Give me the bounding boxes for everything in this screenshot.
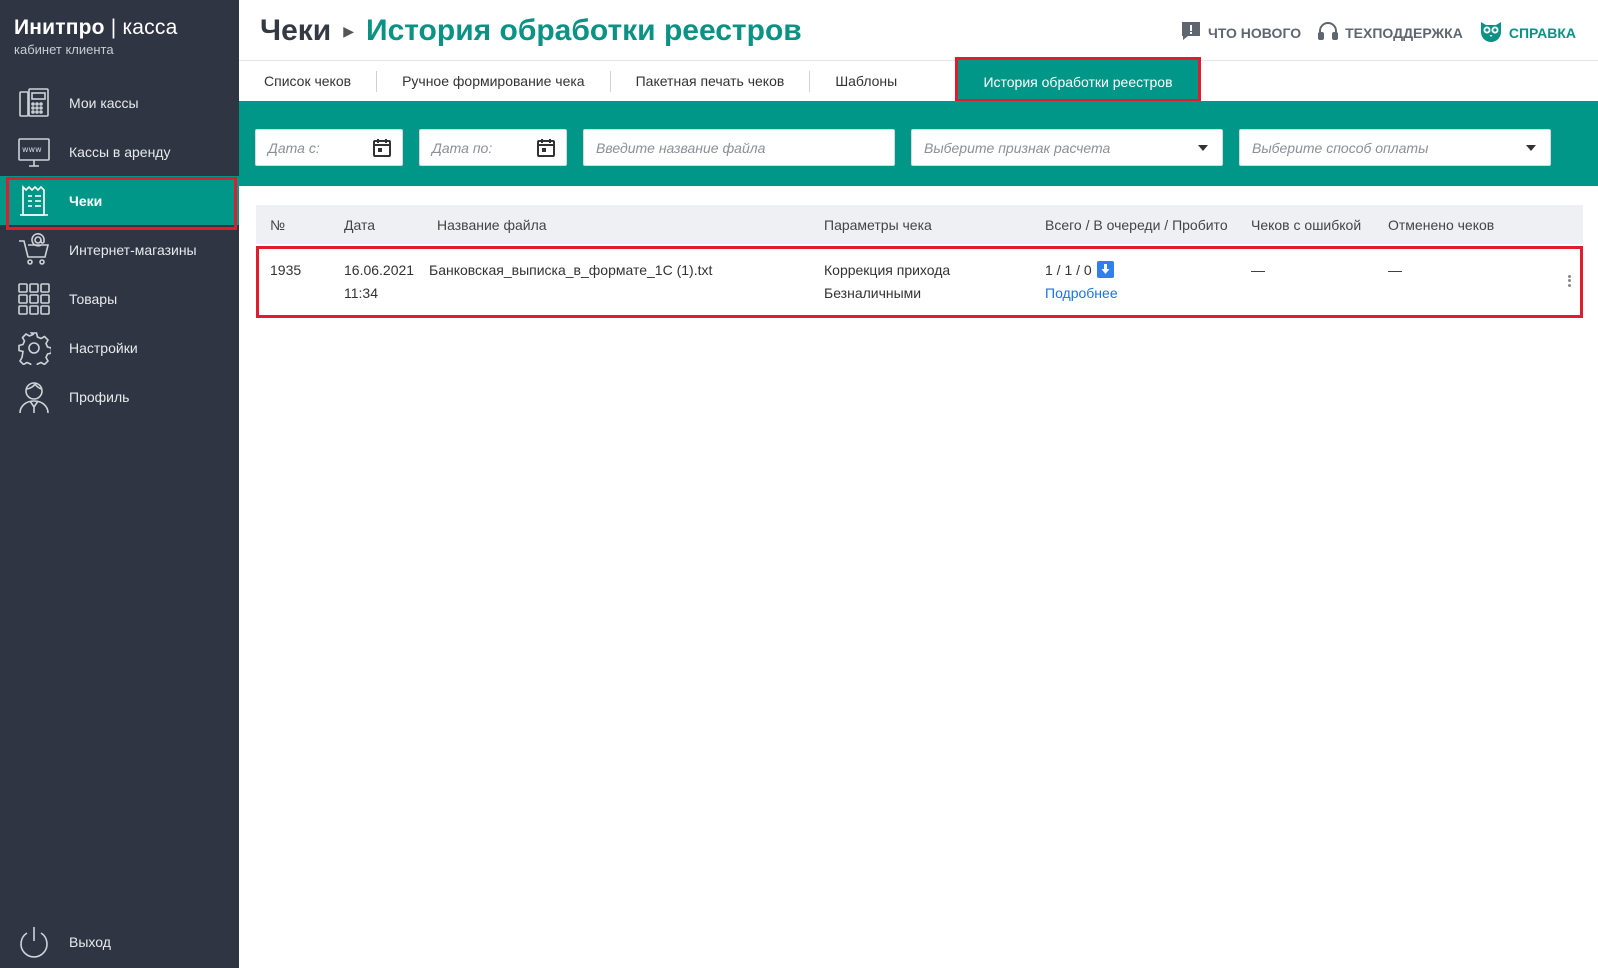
col-params: Параметры чека [824,217,932,233]
payment-method-placeholder: Выберите способ оплаты [1252,139,1429,156]
date-to-field[interactable]: Дата по: [419,129,567,166]
sidebar-item-label: Мои кассы [69,94,139,111]
col-number: № [270,217,286,233]
sidebar-item-label: Кассы в аренду [69,143,171,160]
support-label: ТЕХПОДДЕРЖКА [1345,24,1463,41]
logo[interactable]: Инитпро | касса кабинет клиента [14,16,177,57]
registry-table: № Дата Название файла Параметры чека Все… [256,205,1583,318]
tab-templates[interactable]: Шаблоны [810,71,922,92]
calc-sign-select[interactable]: Выберите признак расчета [911,129,1223,166]
sidebar-item-settings[interactable]: Настройки [0,323,239,372]
logo-divider: | [104,16,123,39]
cell-errors: — [1251,262,1265,278]
sidebar-item-label: Интернет-магазины [69,241,197,258]
table-row[interactable]: 1935 16.06.2021 11:34 Банковская_выписка… [256,246,1583,318]
sidebar-item-rental-registers[interactable]: www Кассы в аренду [0,127,239,176]
page-title: История обработки реестров [366,14,802,47]
sidebar: Инитпро | касса кабинет клиента Мои касс… [0,0,239,968]
cell-params: Коррекция прихода Безналичными [824,259,950,305]
whats-new-label: ЧТО НОВОГО [1207,24,1302,41]
chevron-down-icon [1198,145,1208,151]
tab-batch-print[interactable]: Пакетная печать чеков [611,70,811,92]
sidebar-item-my-registers[interactable]: Мои кассы [0,78,239,127]
date-from-placeholder: Дата с: [268,139,320,156]
cell-param-payment: Безналичными [824,285,922,301]
breadcrumb-separator-icon: ▶ [343,22,355,39]
svg-text:www: www [22,145,42,154]
support-link[interactable]: ТЕХПОДДЕРЖКА [1317,20,1463,45]
cash-register-icon [16,85,52,121]
logo-light: касса [122,16,178,39]
cell-date-time: 11:34 [344,285,378,301]
counts-value: 1 / 1 / 0 [1045,262,1092,278]
page-header: Чеки ▶ История обработки реестров ЧТО НО… [239,0,1598,60]
receipt-icon [16,183,52,219]
cell-param-type: Коррекция прихода [824,262,951,278]
sidebar-item-label: Профиль [69,388,130,405]
power-icon [16,924,52,960]
payment-method-select[interactable]: Выберите способ оплаты [1239,129,1551,166]
cell-date-day: 16.06.2021 [344,262,415,278]
tab-receipt-list[interactable]: Список чеков [239,70,378,92]
gear-icon [16,330,52,366]
col-filename: Название файла [437,217,547,233]
cart-at-icon [16,232,52,268]
tabs: Список чеков Ручное формирование чека Па… [239,57,1598,102]
col-cancelled: Отменено чеков [1388,217,1495,233]
filter-bar: Дата с: Дата по: Введите название файла … [239,101,1598,186]
logout-button[interactable]: Выход [16,924,111,960]
www-monitor-icon: www [16,134,52,170]
calendar-icon[interactable] [536,138,556,161]
cell-filename: Банковская_выписка_в_формате_1С (1).txt [429,262,713,278]
calc-sign-placeholder: Выберите признак расчета [924,139,1111,156]
tab-manual-receipt[interactable]: Ручное формирование чека [377,70,611,92]
sidebar-item-label: Товары [69,290,118,307]
sidebar-nav: Мои кассы www Кассы в аренду Чеки Интерн… [0,78,239,421]
breadcrumb: Чеки ▶ История обработки реестров [260,14,802,48]
top-links: ЧТО НОВОГО ТЕХПОДДЕРЖКА СПРАВКА [1180,20,1576,45]
details-link[interactable]: Подробнее [1045,282,1118,305]
user-icon [16,379,52,415]
cell-date: 16.06.2021 11:34 [344,259,414,305]
tab-registry-history[interactable]: История обработки реестров [955,57,1201,102]
cell-cancelled: — [1388,262,1402,278]
col-date: Дата [344,217,376,233]
owl-icon [1479,20,1503,45]
breadcrumb-parent[interactable]: Чеки [260,14,331,48]
chevron-down-icon [1526,145,1536,151]
sidebar-item-label: Настройки [69,339,138,356]
sidebar-item-profile[interactable]: Профиль [0,372,239,421]
sidebar-item-receipts[interactable]: Чеки [0,176,239,230]
col-errors: Чеков с ошибкой [1251,217,1362,233]
sidebar-item-label: Чеки [69,192,103,209]
headset-icon [1317,20,1339,45]
download-icon[interactable] [1096,261,1114,278]
help-label: СПРАВКА [1508,24,1576,41]
whats-new-link[interactable]: ЧТО НОВОГО [1180,20,1301,45]
col-counts: Всего / В очереди / Пробито [1045,217,1228,233]
help-link[interactable]: СПРАВКА [1479,20,1576,45]
filename-input[interactable]: Введите название файла [583,129,895,166]
date-to-placeholder: Дата по: [432,139,493,156]
sidebar-item-online-stores[interactable]: Интернет-магазины [0,225,239,274]
logo-subtitle: кабинет клиента [14,42,114,57]
logo-main: Инитпро [14,16,105,39]
grid-icon [16,281,52,317]
cell-number: 1935 [270,262,302,278]
calendar-icon[interactable] [372,138,392,161]
filename-placeholder: Введите название файла [596,139,766,156]
sidebar-item-products[interactable]: Товары [0,274,239,323]
table-header: № Дата Название файла Параметры чека Все… [256,205,1583,244]
date-from-field[interactable]: Дата с: [255,129,403,166]
logout-label: Выход [69,934,111,950]
cell-counts: 1 / 1 / 0 Подробнее [1045,259,1118,305]
chat-alert-icon [1180,20,1202,45]
more-vert-icon[interactable] [1566,273,1572,288]
